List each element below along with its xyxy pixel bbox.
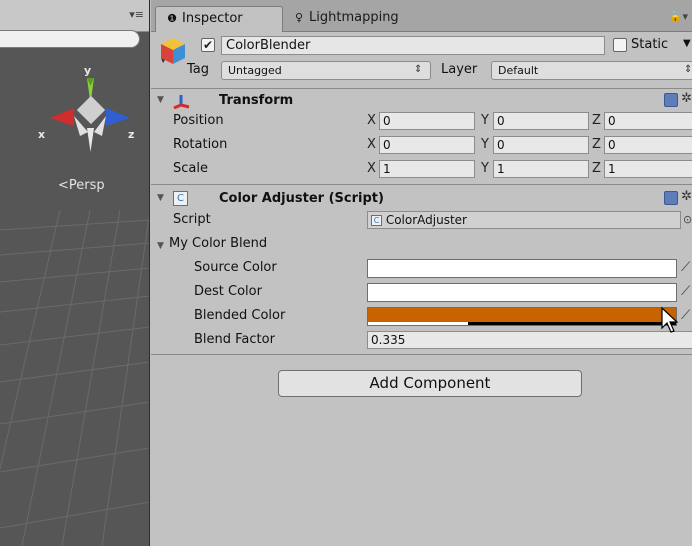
- gameobject-cube-icon: [161, 38, 185, 64]
- axis-z-label: Z: [592, 137, 601, 152]
- scale-x-field[interactable]: 1: [379, 160, 475, 178]
- lock-icon[interactable]: 🔒▾: [669, 10, 688, 23]
- rotation-x-field[interactable]: 0: [379, 136, 475, 154]
- transform-row-label: Position: [173, 113, 224, 128]
- menu-icon[interactable]: ▾≡: [129, 8, 144, 21]
- transform-row-label: Scale: [173, 161, 208, 176]
- gear-icon[interactable]: ✲: [681, 91, 692, 106]
- layer-dropdown[interactable]: Default ⇕: [491, 61, 692, 80]
- position-x-field[interactable]: 0: [379, 112, 475, 130]
- foldout-expanded-icon[interactable]: ▼: [157, 193, 164, 203]
- csharp-script-icon: C: [371, 215, 382, 226]
- csharp-script-icon: C: [173, 191, 188, 206]
- axis-z-label: Z: [592, 161, 601, 176]
- scene-view[interactable]: ▾≡ y x z <Persp: [0, 0, 150, 546]
- rotation-y-field[interactable]: 0: [493, 136, 589, 154]
- gizmo-z-cone: [106, 108, 130, 126]
- axis-x-label: X: [367, 137, 376, 152]
- gizmo-x-label: x: [38, 128, 45, 141]
- add-component-button[interactable]: Add Component: [278, 370, 582, 397]
- help-book-icon[interactable]: [664, 191, 678, 205]
- axis-y-label: Y: [481, 161, 489, 176]
- gizmo-z-label: z: [128, 128, 134, 141]
- inspector-panel: ❶ Inspector ♀ Lightmapping 🔒▾ ✔ ColorBlend…: [151, 0, 692, 546]
- help-book-icon[interactable]: [664, 93, 678, 107]
- static-checkbox[interactable]: [613, 38, 627, 52]
- source-color-label: Source Color: [194, 260, 277, 275]
- static-label: Static: [631, 37, 669, 52]
- transform-row-label: Rotation: [173, 137, 228, 152]
- gizmo-center-cube: [76, 95, 106, 125]
- eyedropper-icon[interactable]: ⟋: [681, 284, 690, 299]
- axis-y-label: Y: [481, 113, 489, 128]
- tab-inspector[interactable]: ❶ Inspector: [155, 6, 283, 32]
- chevron-left-icon: <: [58, 178, 69, 193]
- updown-arrow-icon: ⇕: [684, 64, 692, 75]
- gear-icon[interactable]: ✲: [681, 189, 692, 204]
- script-label: Script: [173, 212, 211, 227]
- axis-y-label: Y: [481, 137, 489, 152]
- transform-axes-icon: [173, 95, 190, 109]
- active-checkbox[interactable]: ✔: [201, 38, 215, 52]
- scene-search-input[interactable]: [0, 30, 140, 48]
- axis-z-label: Z: [592, 113, 601, 128]
- foldout-expanded-icon[interactable]: ▼: [157, 241, 164, 251]
- updown-arrow-icon: ⇕: [414, 64, 423, 75]
- object-header: ✔ ColorBlender Static ▼ Tag Untagged ⇕ L…: [151, 33, 692, 89]
- axis-x-label: X: [367, 161, 376, 176]
- axis-x-label: X: [367, 113, 376, 128]
- divider: [151, 354, 692, 355]
- script-reference-field[interactable]: C ColorAdjuster: [367, 211, 681, 229]
- transform-title: Transform: [219, 93, 294, 108]
- alpha-bar-white: [368, 322, 468, 325]
- scene-orientation-gizmo[interactable]: y x z: [30, 56, 150, 176]
- divider: [151, 184, 692, 185]
- blended-color-label: Blended Color: [194, 308, 286, 323]
- tab-lightmapping[interactable]: ♀ Lightmapping: [283, 6, 413, 32]
- lightbulb-icon: ♀: [294, 11, 304, 24]
- tag-label: Tag: [187, 62, 210, 77]
- scale-y-field[interactable]: 1: [493, 160, 589, 178]
- gizmo-x-cone: [50, 108, 74, 126]
- static-dropdown-arrow-icon[interactable]: ▼: [683, 38, 691, 49]
- tag-dropdown[interactable]: Untagged ⇕: [221, 61, 431, 80]
- blended-color-field[interactable]: [367, 307, 677, 326]
- enabled-checkbox-hidden: [199, 193, 209, 203]
- scale-z-field[interactable]: 1: [604, 160, 692, 178]
- rotation-z-field[interactable]: 0: [604, 136, 692, 154]
- foldout-expanded-icon[interactable]: ▼: [157, 95, 164, 105]
- mouse-cursor-icon: [661, 306, 679, 333]
- blend-factor-field[interactable]: 0.335: [367, 331, 692, 349]
- eyedropper-icon[interactable]: ⟋: [681, 260, 690, 275]
- color-adjuster-header[interactable]: ▼ C Color Adjuster (Script) ✲: [151, 188, 692, 210]
- transform-header[interactable]: ▼ Transform ✲: [151, 90, 692, 112]
- alpha-bar-black: [468, 322, 676, 325]
- my-color-blend-label[interactable]: My Color Blend: [169, 236, 267, 251]
- object-picker-icon[interactable]: ⊙: [683, 213, 692, 226]
- persp-label[interactable]: <Persp: [58, 178, 105, 193]
- color-adjuster-title: Color Adjuster (Script): [219, 191, 384, 206]
- scene-toolbar: ▾≡: [0, 0, 149, 32]
- source-color-field[interactable]: [367, 259, 677, 278]
- scene-grid: [0, 210, 149, 546]
- position-y-field[interactable]: 0: [493, 112, 589, 130]
- gizmo-y-label: y: [84, 64, 91, 77]
- position-z-field[interactable]: 0: [604, 112, 692, 130]
- blend-factor-label: Blend Factor: [194, 332, 275, 347]
- info-icon: ❶: [167, 12, 177, 25]
- dest-color-field[interactable]: [367, 283, 677, 302]
- tab-bar: ❶ Inspector ♀ Lightmapping 🔒▾: [151, 0, 692, 32]
- object-name-field[interactable]: ColorBlender: [221, 36, 605, 55]
- dest-color-label: Dest Color: [194, 284, 262, 299]
- layer-label: Layer: [441, 62, 478, 77]
